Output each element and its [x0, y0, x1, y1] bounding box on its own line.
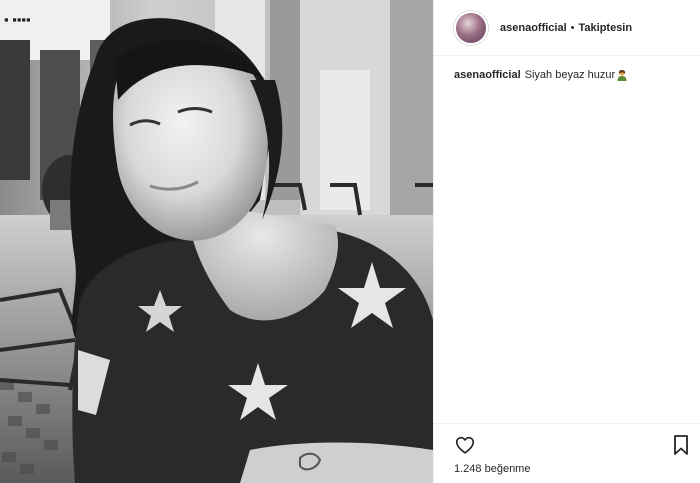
- like-count-number: 1.248: [454, 463, 482, 475]
- instagram-post: ▪ ▪▪▪▪ asenaofficial • Takiptesin asenao…: [0, 0, 700, 483]
- heart-icon[interactable]: [454, 434, 476, 456]
- author-username[interactable]: asenaofficial: [500, 22, 567, 34]
- photo-image: ▪ ▪▪▪▪: [0, 0, 433, 483]
- post-actions: 1.248 beğenme: [434, 423, 700, 483]
- post-side-panel: asenaofficial • Takiptesin asenaofficial…: [433, 0, 700, 483]
- like-count[interactable]: 1.248 beğenme: [454, 463, 530, 475]
- post-header: asenaofficial • Takiptesin: [434, 0, 700, 56]
- person-emoji-icon: [616, 69, 628, 81]
- like-count-label: beğenme: [484, 463, 531, 475]
- post-caption: asenaofficial Siyah beyaz huzur: [454, 68, 688, 82]
- svg-text:▪ ▪▪▪▪: ▪ ▪▪▪▪: [4, 12, 31, 27]
- caption-text: Siyah beyaz huzur: [524, 69, 616, 81]
- caption-username[interactable]: asenaofficial: [454, 68, 521, 82]
- follow-status[interactable]: Takiptesin: [579, 22, 633, 34]
- header-text: asenaofficial • Takiptesin: [500, 22, 632, 34]
- avatar[interactable]: [454, 10, 488, 45]
- post-photo[interactable]: ▪ ▪▪▪▪: [0, 0, 433, 483]
- bookmark-icon[interactable]: [672, 434, 690, 456]
- separator-dot: •: [570, 21, 575, 34]
